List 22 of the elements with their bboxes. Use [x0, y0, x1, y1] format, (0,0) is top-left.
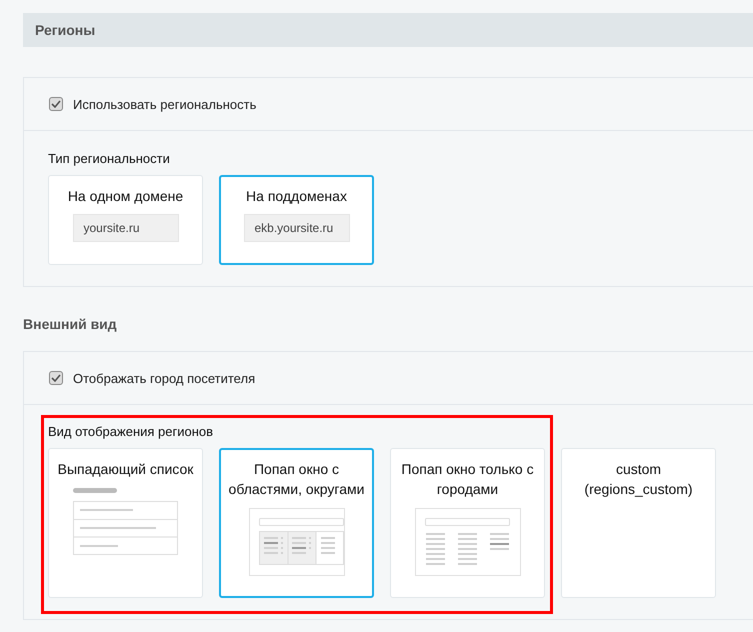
field-label: Вид отображения регионов: [48, 424, 214, 440]
option-title: Выпадающий список: [56, 460, 194, 479]
section-title: Внешний вид: [23, 316, 118, 332]
option-card[interactable]: Выпадающий список: [48, 448, 203, 598]
option-title: На одном домене: [66, 187, 184, 206]
option-card[interactable]: На одном домене yoursite.ru: [48, 175, 203, 265]
domain-example: ekb.yoursite.ru: [244, 214, 350, 242]
field-label: Тип региональности: [48, 151, 171, 167]
option-card[interactable]: На поддоменах ekb.yoursite.ru: [219, 175, 374, 265]
option-card[interactable]: custom (regions_custom): [561, 448, 716, 598]
domain-example: yoursite.ru: [72, 214, 178, 242]
option-title: Попап окно с областями, округами: [228, 460, 366, 499]
checkbox[interactable]: [49, 371, 63, 385]
checkbox[interactable]: [49, 97, 63, 111]
option-card[interactable]: Попап окно с областями, округами: [219, 448, 374, 598]
option-card[interactable]: Попап окно только с городами: [390, 448, 545, 598]
checkbox-label: Использовать региональность: [73, 96, 256, 112]
option-title: На поддоменах: [245, 187, 348, 206]
checkbox-label: Отображать город посетителя: [73, 370, 256, 386]
option-title: Попап окно только с городами: [400, 460, 535, 499]
section-header: Регионы: [23, 13, 753, 47]
option-title: custom (regions_custom): [583, 460, 694, 499]
